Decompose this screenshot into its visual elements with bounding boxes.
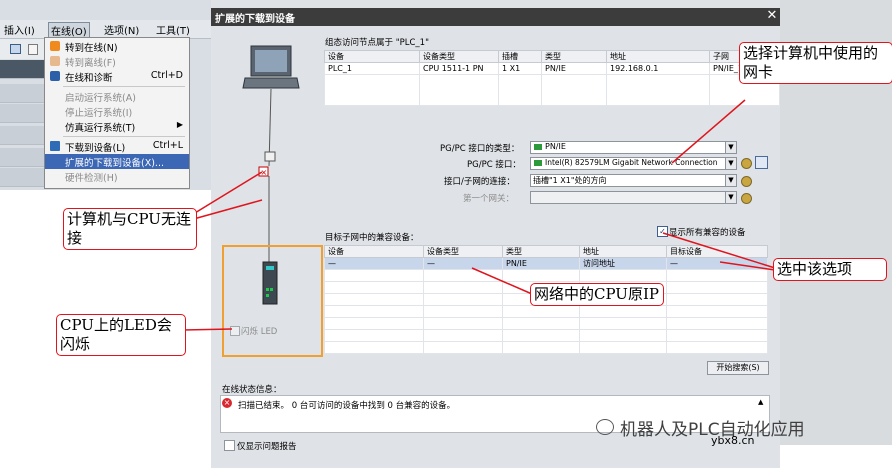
callout-no-connection: 计算机与CPU无连接: [63, 208, 197, 250]
arrow-cpu-ip: [471, 267, 533, 295]
arrow-led: [182, 328, 233, 331]
watermark-site: ybx8.cn: [711, 434, 755, 447]
callout-cpu-ip: 网络中的CPU原IP: [530, 283, 664, 306]
callout-select-option: 选中该选项: [773, 258, 887, 281]
callout-led-flash: CPU上的LED会闪烁: [56, 314, 186, 356]
callout-select-nic: 选择计算机中使用的网卡: [739, 42, 892, 84]
wechat-icon: [596, 419, 614, 435]
arrow-select-nic: [671, 99, 746, 164]
arrow-show-all: [662, 232, 776, 269]
